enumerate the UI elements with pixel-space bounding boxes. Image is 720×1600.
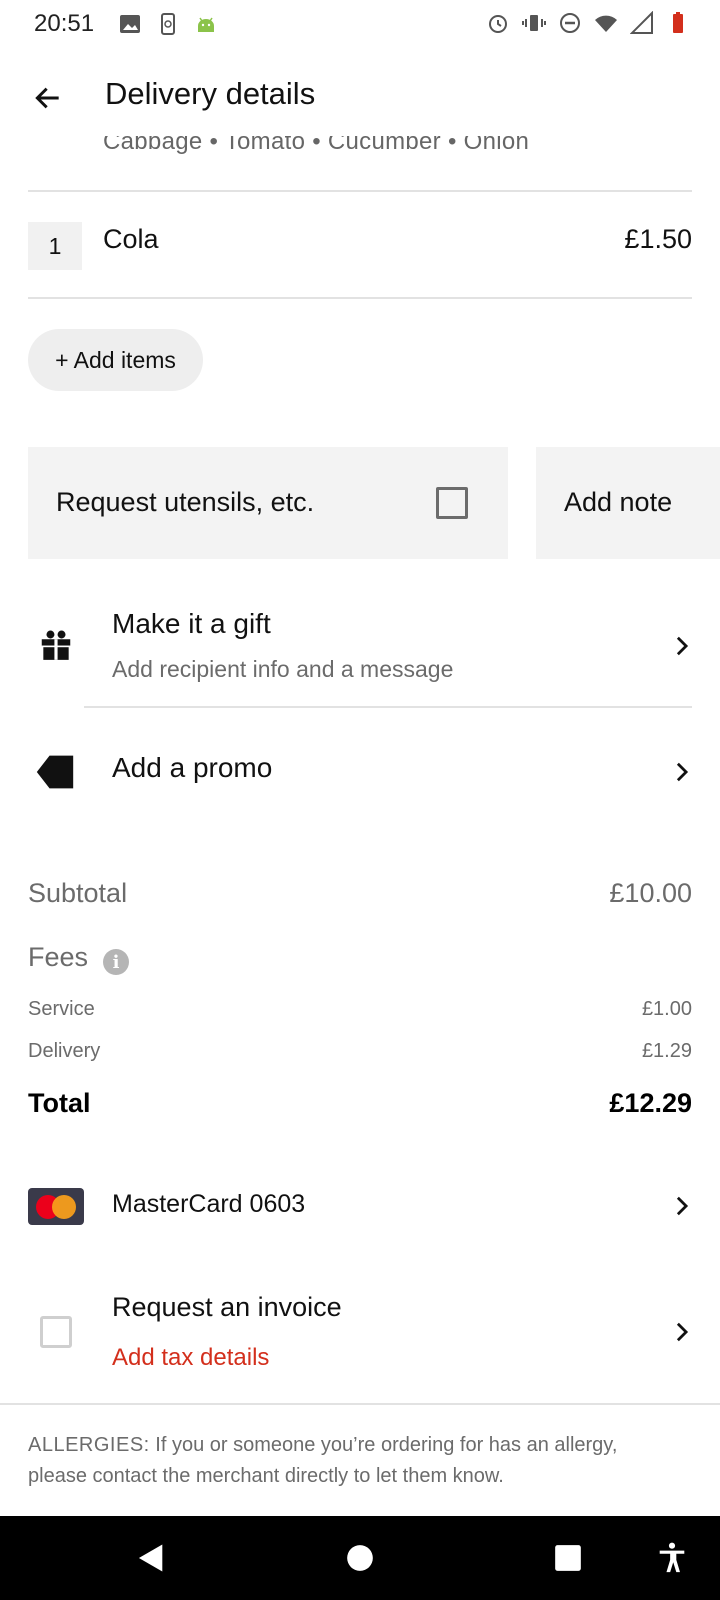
back-button[interactable] xyxy=(26,76,70,120)
subtotal-label: Subtotal xyxy=(28,878,128,908)
add-items-button[interactable]: + Add items xyxy=(28,329,203,391)
divider xyxy=(0,1403,720,1405)
gift-title: Make it a gift xyxy=(112,608,271,639)
service-fee-value: £1.00 xyxy=(641,998,692,1020)
triangle-back-icon xyxy=(138,1544,163,1572)
android-icon xyxy=(198,17,214,32)
nav-recents-button[interactable] xyxy=(528,1516,608,1600)
divider xyxy=(84,706,692,708)
item-name: Cola xyxy=(103,224,159,254)
chevron-right-icon xyxy=(672,1320,692,1344)
circle-home-icon xyxy=(347,1545,373,1571)
system-nav-bar xyxy=(0,1516,720,1600)
request-utensils-label: Request utensils, etc. xyxy=(56,487,315,517)
status-right-icons xyxy=(486,11,690,35)
service-fee-label: Service xyxy=(28,998,95,1020)
screen-rotate-icon xyxy=(161,13,175,35)
invoice-title: Request an invoice xyxy=(112,1292,342,1322)
do-not-disturb-icon xyxy=(560,13,580,33)
mastercard-icon xyxy=(28,1188,84,1225)
add-tax-details-link[interactable]: Add tax details xyxy=(112,1344,269,1372)
tag-icon xyxy=(33,752,77,792)
wifi-icon xyxy=(595,15,617,32)
request-utensils-checkbox[interactable] xyxy=(436,487,468,519)
total-label: Total xyxy=(28,1088,91,1118)
accessibility-button[interactable] xyxy=(632,1516,712,1600)
invoice-checkbox[interactable] xyxy=(40,1316,72,1348)
item-quantity[interactable]: 1 xyxy=(28,222,82,270)
subtotal-value: £10.00 xyxy=(609,878,692,908)
gift-subtitle: Add recipient info and a message xyxy=(112,656,454,682)
image-icon xyxy=(120,15,140,33)
chevron-right-icon xyxy=(672,634,692,658)
fees-label: Fees xyxy=(28,942,89,972)
chevron-right-icon xyxy=(672,760,692,784)
status-time: 20:51 xyxy=(34,10,95,37)
total-value: £12.29 xyxy=(609,1088,692,1118)
app-bar: Delivery details xyxy=(0,56,720,136)
payment-method-label: MasterCard 0603 xyxy=(112,1190,306,1218)
page-title: Delivery details xyxy=(105,76,316,111)
status-left-icons xyxy=(118,12,218,36)
battery-icon xyxy=(673,12,683,33)
signal-icon xyxy=(630,11,653,34)
arrow-back-icon xyxy=(35,87,59,109)
gift-icon xyxy=(36,624,76,664)
allergy-notice: ALLERGIES: If you or someone you’re orde… xyxy=(28,1430,678,1492)
status-bar: 20:51 xyxy=(0,0,720,48)
promo-title: Add a promo xyxy=(112,752,273,783)
add-note-label: Add note xyxy=(564,487,673,517)
delivery-fee-value: £1.29 xyxy=(641,1040,692,1062)
alarm-icon xyxy=(489,15,507,33)
request-utensils-card[interactable]: Request utensils, etc. xyxy=(28,447,508,559)
vibrate-icon xyxy=(522,15,546,31)
accessibility-icon xyxy=(659,1542,685,1573)
add-note-card[interactable]: Add note xyxy=(536,447,720,559)
nav-back-button[interactable] xyxy=(110,1516,190,1600)
delivery-fee-label: Delivery xyxy=(28,1040,101,1062)
divider xyxy=(28,190,692,192)
item-price: £1.50 xyxy=(624,224,692,254)
nav-home-button[interactable] xyxy=(320,1516,400,1600)
divider xyxy=(28,297,692,299)
square-recents-icon xyxy=(555,1545,581,1571)
allergy-prefix: ALLERGIES: xyxy=(28,1434,150,1456)
info-icon[interactable]: i xyxy=(103,949,129,975)
chevron-right-icon xyxy=(672,1194,692,1218)
